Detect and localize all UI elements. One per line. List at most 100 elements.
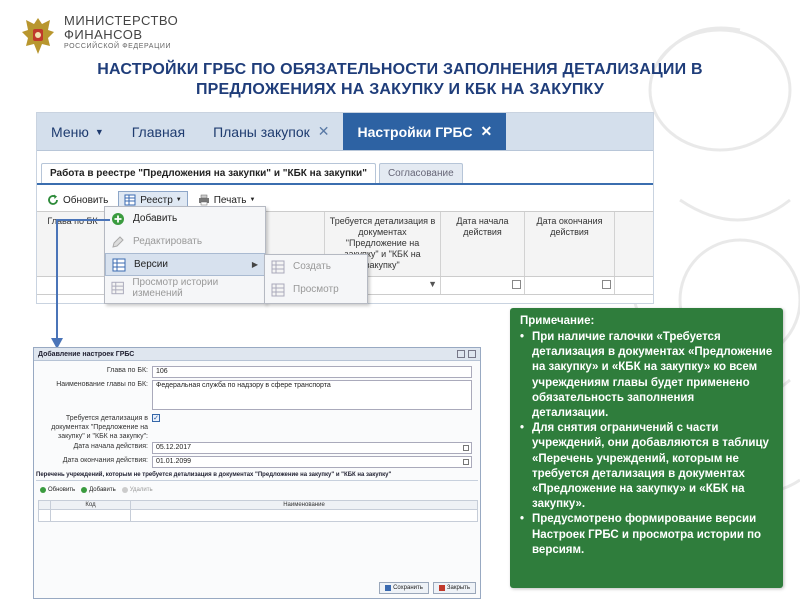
menu-item-view[interactable]: Просмотр [265,278,367,301]
calendar-icon[interactable] [512,280,521,289]
versions-submenu: Создать Просмотр [264,254,368,304]
menu-item-edit-label: Редактировать [133,236,203,247]
table-icon [271,260,285,273]
end-date-label: Дата окончания действия: [62,457,148,464]
calendar-icon[interactable] [602,280,611,289]
chapter-input[interactable]: 106 [152,366,472,378]
calendar-icon[interactable] [463,459,469,465]
table-row[interactable] [38,510,478,522]
refresh-label: Обновить [63,194,109,206]
exceptions-refresh-button[interactable]: Обновить [40,487,75,493]
maximize-icon[interactable] [457,350,465,358]
close-icon[interactable]: ✕ [318,123,330,140]
close-icon[interactable] [468,350,476,358]
table-icon [124,194,136,206]
save-icon [385,585,392,591]
menu-item-versions-label: Версии [134,259,168,270]
name-textarea[interactable]: Федеральная служба по надзору в сфере тр… [152,380,472,410]
refresh-icon [48,194,58,205]
exceptions-grid: Код Наименование [38,500,478,522]
filter-chapter[interactable] [37,277,109,294]
printer-icon [198,194,209,206]
print-label: Печать [213,194,247,206]
table-icon [271,283,285,296]
menu-item-versions[interactable]: Версии ▶ [105,253,265,276]
close-label: Закрыть [446,585,470,591]
row-detail: Требуется детализация в документах "Пред… [34,414,160,441]
top-navbar: Меню ▼ Главная Планы закупок ✕ Настройки… [37,113,653,151]
dialog-title-label: Добавление настроек ГРБС [38,351,135,358]
end-date-value: 01.01.2099 [156,458,192,465]
note-box: Примечание: При наличие галочки «Требует… [510,308,783,588]
note-list: При наличие галочки «Требуется детализац… [520,330,773,558]
close-button[interactable]: Закрыть [432,582,476,594]
filter-extra [615,277,653,294]
exceptions-refresh-label: Обновить [48,487,76,493]
dialog-window-controls [457,350,476,358]
row-chapter: Глава по БК: 106 [34,366,472,378]
col-end-date[interactable]: Дата окончания действия [525,212,615,276]
nav-menu[interactable]: Меню ▼ [37,113,118,150]
note-item: Предусмотрено формирование версии Настро… [520,512,773,558]
col-chapter[interactable]: Глава по БК [37,212,109,276]
table-icon [112,258,126,271]
menu-item-history[interactable]: Просмотр истории изменений [105,276,265,299]
title-line1: НАСТРОЙКИ ГРБС ПО ОБЯЗАТЕЛЬНОСТИ ЗАПОЛНЕ… [97,61,703,78]
pencil-icon [112,235,124,248]
start-date-input[interactable]: 05.12.2017 [152,442,472,454]
start-date-label: Дата начала действия: [73,443,148,450]
menu-item-edit[interactable]: Редактировать [105,230,265,253]
menu-item-create-label: Создать [293,261,332,272]
subtab-registry[interactable]: Работа в реестре "Предложения на закупки… [41,163,376,183]
filter-start-date[interactable] [441,277,525,294]
filter-end-date[interactable] [525,277,615,294]
exceptions-grid-header: Код Наименование [38,500,478,510]
nav-home-label: Главная [131,123,186,140]
menu-item-add-label: Добавить [133,213,178,224]
dialog-title: Добавление настроек ГРБС [34,348,480,361]
delete-icon [121,487,128,493]
close-icon [438,585,445,591]
col-code[interactable]: Код [51,501,131,509]
tab-plans[interactable]: Планы закупок ✕ [199,113,343,150]
chevron-down-icon: ▼ [94,126,104,137]
col-start-date[interactable]: Дата начала действия [441,212,525,276]
logo-line2: ФИНАНСОВ [64,27,143,42]
detail-label: Требуется детализация в документах "Пред… [51,415,148,440]
nav-home[interactable]: Главная [118,113,199,150]
menu-item-create[interactable]: Создать [265,255,367,278]
add-icon [81,487,88,493]
sub-tabs: Работа в реестре "Предложения на закупки… [37,159,653,185]
nav-menu-label: Меню [51,123,89,140]
add-icon [112,212,124,225]
exceptions-add-button[interactable]: Добавить [81,487,116,493]
subtab-approval[interactable]: Согласование [378,163,463,183]
detail-required-checkbox[interactable]: ✓ [152,414,160,422]
exceptions-delete-label: Удалить [129,487,153,493]
chapter-label: Глава по БК: [106,367,148,374]
menu-item-add[interactable]: Добавить [105,207,265,230]
tab-settings[interactable]: Настройки ГРБС ✕ [343,113,507,150]
add-settings-dialog: Добавление настроек ГРБС Глава по БК: 10… [33,347,481,599]
logo-line1: МИНИСТЕРСТВО [64,13,179,28]
exceptions-add-label: Добавить [89,487,116,493]
row-name: Наименование главы по БК: Федеральная сл… [34,380,472,410]
calendar-icon[interactable] [463,445,469,451]
menu-item-view-label: Просмотр [293,284,339,295]
tab-plans-label: Планы закупок [213,123,310,140]
slide-title: НАСТРОЙКИ ГРБС ПО ОБЯЗАТЕЛЬНОСТИ ЗАПОЛНЕ… [0,60,800,100]
exceptions-delete-button[interactable]: Удалить [121,487,153,493]
registry-label: Реестр [140,194,173,206]
registry-dropdown-menu: Добавить Редактировать Версии ▶ Просмотр… [104,206,266,304]
chevron-down-icon[interactable]: ▼ [428,279,437,289]
exceptions-toolbar: Обновить Добавить Удалить [40,487,153,493]
eagle-emblem-icon [22,18,54,54]
note-title: Примечание: [520,315,595,327]
save-button[interactable]: Сохранить [379,582,429,594]
dialog-footer: Сохранить Закрыть [379,582,476,594]
col-name[interactable]: Наименование [131,501,477,509]
col-select[interactable] [39,501,51,509]
close-icon[interactable]: ✕ [481,123,493,140]
end-date-input[interactable]: 01.01.2099 [152,456,472,468]
chevron-down-icon: ▼ [175,197,182,203]
